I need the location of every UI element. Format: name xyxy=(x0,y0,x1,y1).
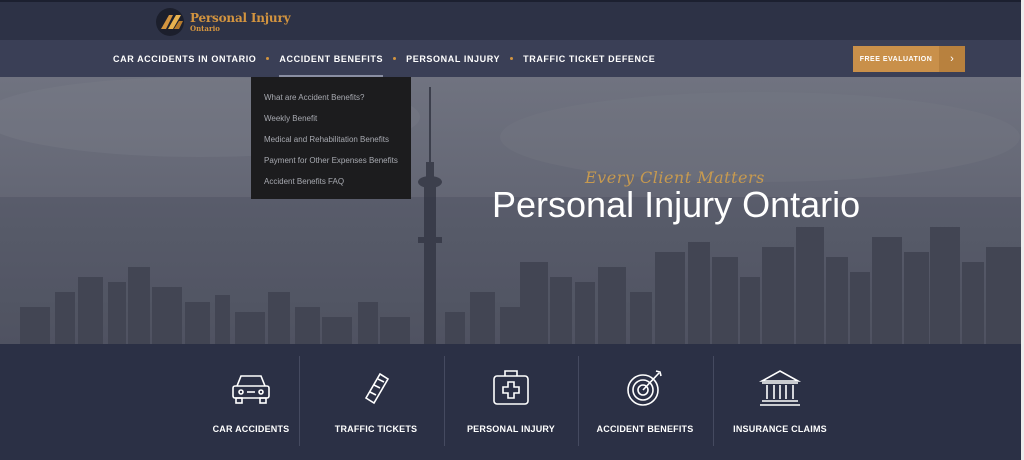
chevron-right-icon: › xyxy=(939,46,965,72)
service-car-accidents[interactable]: CAR ACCIDENTS xyxy=(195,356,307,452)
main-nav: CAR ACCIDENTS IN ONTARIO ACCIDENT BENEFI… xyxy=(113,40,655,77)
nav-item-accident-benefits[interactable]: ACCIDENT BENEFITS xyxy=(279,40,383,77)
target-icon xyxy=(627,370,662,406)
nav-separator-dot xyxy=(266,57,270,60)
ticket-icon xyxy=(364,372,390,405)
service-label: ACCIDENT BENEFITS xyxy=(596,424,694,434)
service-label: TRAFFIC TICKETS xyxy=(334,424,418,434)
bank-icon xyxy=(758,370,802,406)
service-divider xyxy=(578,356,579,446)
nav-item-personal-injury[interactable]: PERSONAL INJURY xyxy=(406,40,500,77)
logo-subtitle: Ontario xyxy=(190,24,220,33)
nav-item-traffic-ticket-defence[interactable]: TRAFFIC TICKET DEFENCE xyxy=(523,40,655,77)
service-label: INSURANCE CLAIMS xyxy=(733,424,827,434)
free-evaluation-label: FREE EVALUATION xyxy=(859,55,933,63)
dropdown-item-faq[interactable]: Accident Benefits FAQ xyxy=(251,171,411,192)
service-label: CAR ACCIDENTS xyxy=(212,424,290,434)
first-aid-kit-icon xyxy=(493,370,529,405)
service-traffic-tickets[interactable]: TRAFFIC TICKETS xyxy=(320,356,432,452)
dropdown-item-what-are-accident-benefits[interactable]: What are Accident Benefits? xyxy=(251,87,411,108)
nav-separator-dot xyxy=(510,57,514,60)
hero-title: Personal Injury Ontario xyxy=(492,184,861,225)
service-insurance-claims[interactable]: INSURANCE CLAIMS xyxy=(724,356,836,452)
free-evaluation-button[interactable]: FREE EVALUATION › xyxy=(853,46,965,72)
nav-item-car-accidents[interactable]: CAR ACCIDENTS IN ONTARIO xyxy=(113,40,256,77)
logo-mark-icon xyxy=(156,8,184,36)
hero-banner: Every Client Matters Personal Injury Ont… xyxy=(0,77,1024,344)
services-bar: CAR ACCIDENTS TRAFFIC TICKETS PERSONAL I… xyxy=(0,344,1024,460)
service-label: PERSONAL INJURY xyxy=(466,424,556,434)
site-logo[interactable]: Personal Injury Ontario xyxy=(155,6,291,38)
service-personal-injury[interactable]: PERSONAL INJURY xyxy=(455,356,567,452)
accident-benefits-dropdown: What are Accident Benefits? Weekly Benef… xyxy=(251,77,411,199)
top-header: Personal Injury Ontario xyxy=(0,0,1024,40)
service-divider xyxy=(444,356,445,446)
car-icon xyxy=(232,375,270,404)
dropdown-item-weekly-benefit[interactable]: Weekly Benefit xyxy=(251,108,411,129)
service-divider xyxy=(299,356,300,446)
nav-separator-dot xyxy=(393,57,397,60)
dropdown-item-medical-rehabilitation[interactable]: Medical and Rehabilitation Benefits xyxy=(251,129,411,150)
service-divider xyxy=(713,356,714,446)
logo-title: Personal Injury xyxy=(190,11,291,25)
service-accident-benefits[interactable]: ACCIDENT BENEFITS xyxy=(589,356,701,452)
dropdown-item-other-expenses[interactable]: Payment for Other Expenses Benefits xyxy=(251,150,411,171)
